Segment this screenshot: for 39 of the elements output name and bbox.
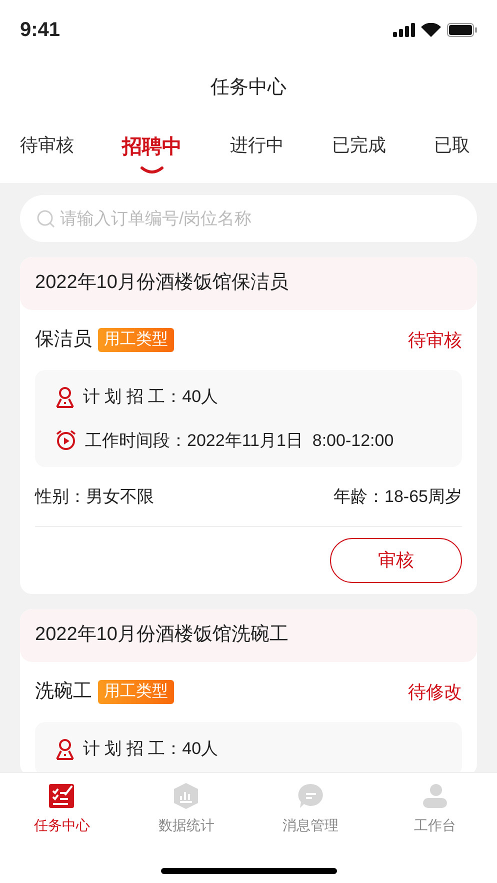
signal-icon [393, 23, 415, 37]
status-tab[interactable]: 进行中 [230, 132, 284, 159]
nav-tab[interactable]: 工作台 [372, 783, 497, 836]
search-bar[interactable]: 请输入订单编号/岗位名称 [20, 195, 477, 242]
search-icon [36, 208, 56, 228]
person-icon [55, 738, 75, 760]
nav-tab[interactable]: 任务中心 [0, 783, 124, 836]
battery-icon [447, 23, 477, 37]
alarm-clock-icon [55, 429, 77, 452]
position-name: 洗碗工 [35, 680, 92, 704]
nav-tab[interactable]: 数据统计 [124, 783, 248, 836]
status-tab[interactable]: 待审核 [20, 132, 74, 159]
checklist-icon [49, 783, 76, 809]
gender-text: 性别：男女不限 [35, 486, 154, 508]
detail-text: 计 划 招 工：40人 [83, 386, 218, 408]
person-icon [55, 386, 75, 408]
chat-bubble-icon [298, 783, 324, 809]
nav-tab[interactable]: 消息管理 [248, 783, 373, 836]
order-title: 2022年10月份酒楼饭馆保洁员 [35, 271, 288, 296]
status-tab[interactable]: 招聘中 [122, 132, 182, 162]
status-time: 9:41 [20, 18, 60, 43]
order-title: 2022年10月份酒楼饭馆洗碗工 [35, 623, 288, 648]
order-status: 待修改 [408, 680, 462, 704]
review-button[interactable]: 审核 [330, 538, 462, 583]
detail-text: 计 划 招 工：40人 [83, 738, 218, 760]
wifi-icon [421, 23, 441, 37]
bar-chart-icon [173, 783, 200, 809]
search-field[interactable]: 请输入订单编号/岗位名称 [60, 206, 461, 232]
detail-text: 工作时间段：2022年11月1日 8:00-12:00 [85, 430, 394, 452]
status-tab[interactable]: 已完成 [332, 132, 386, 159]
type-tag: 用工类型 [98, 680, 174, 704]
position-name: 保洁员 [35, 328, 92, 352]
age-text: 年龄：18-65周岁 [334, 486, 462, 508]
order-status: 待审核 [408, 328, 462, 352]
status-tab[interactable]: 已取 [434, 132, 470, 159]
page-title: 任务中心 [210, 76, 286, 100]
person-icon [422, 783, 448, 809]
type-tag: 用工类型 [98, 328, 174, 352]
tab-indicator [140, 166, 164, 174]
